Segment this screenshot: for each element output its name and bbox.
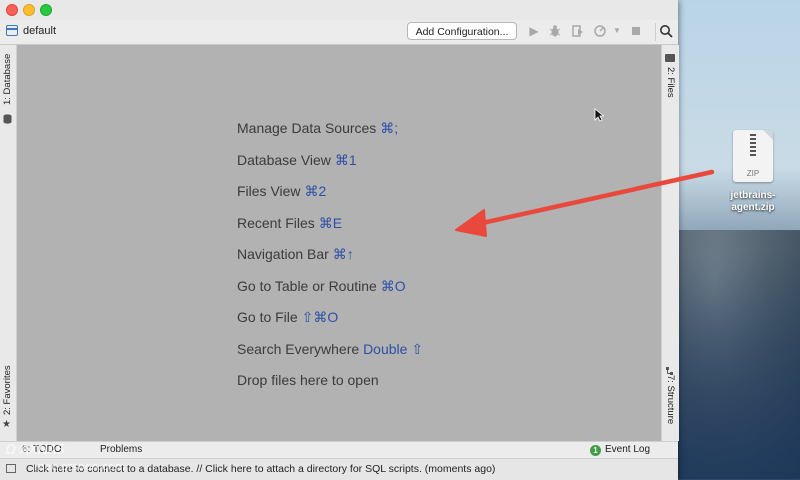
tab-event-log[interactable]: Event Log bbox=[605, 444, 650, 455]
zoom-window-button[interactable] bbox=[40, 4, 52, 16]
main-toolbar: default Add Configuration... ▶ ▼ bbox=[0, 20, 678, 45]
minimize-window-button[interactable] bbox=[23, 4, 35, 16]
shortcut-key: Double ⇧ bbox=[363, 340, 424, 357]
project-name[interactable]: default bbox=[23, 25, 56, 37]
zip-file-name-line1: jetbrains- bbox=[730, 190, 776, 201]
status-toggle-icon[interactable] bbox=[6, 464, 16, 473]
mouse-cursor-icon bbox=[594, 108, 605, 127]
hint-files-view: Files View ⌘2 bbox=[237, 183, 327, 199]
editor-hints: Manage Data Sources ⌘; Database View ⌘1 … bbox=[237, 119, 423, 403]
status-message[interactable]: Click here to connect to a database. // … bbox=[26, 463, 495, 475]
run-icon[interactable]: ▶ bbox=[527, 24, 541, 38]
shortcut-key: ⌘O bbox=[380, 277, 406, 294]
tab-files[interactable]: 2: Files bbox=[665, 67, 676, 98]
ide-window: default Add Configuration... ▶ ▼ 1: Data… bbox=[0, 0, 679, 480]
tool-window-bar: 6: TODO Problems 1 Event Log bbox=[0, 441, 678, 459]
hint-database-view: Database View ⌘1 bbox=[237, 151, 357, 168]
hint-go-to-file: Go to File ⇧⌘O bbox=[237, 309, 339, 325]
tab-problems[interactable]: Problems bbox=[100, 444, 142, 455]
star-icon: ★ bbox=[2, 419, 11, 430]
toolbar-divider bbox=[655, 23, 656, 41]
chevron-down-icon[interactable]: ▼ bbox=[610, 24, 624, 38]
zip-file-name-line2: agent.zip bbox=[731, 202, 775, 213]
right-tool-stripe: 2: Files 7: Structure bbox=[661, 45, 679, 441]
zip-type-label: ZIP bbox=[746, 169, 760, 178]
hint-manage-data-sources: Manage Data Sources ⌘; bbox=[237, 120, 399, 136]
add-configuration-button[interactable]: Add Configuration... bbox=[407, 22, 517, 40]
shortcut-key: ⌘; bbox=[380, 120, 399, 136]
folder-icon bbox=[665, 54, 675, 62]
desktop-sea bbox=[678, 250, 800, 479]
shortcut-key: ⌘1 bbox=[334, 151, 357, 168]
hint-recent-files: Recent Files ⌘E bbox=[237, 214, 343, 231]
zip-file-name: jetbrains- agent.zip bbox=[716, 190, 790, 214]
shortcut-key: ⌘↑ bbox=[332, 246, 354, 262]
shortcut-key: ⇧⌘O bbox=[301, 309, 339, 325]
project-icon bbox=[6, 25, 18, 36]
debug-icon[interactable] bbox=[548, 24, 562, 38]
database-icon bbox=[3, 111, 12, 124]
status-bar: Click here to connect to a database. // … bbox=[0, 458, 678, 480]
tab-structure[interactable]: 7: Structure bbox=[665, 375, 676, 424]
hint-navigation-bar: Navigation Bar ⌘↑ bbox=[237, 246, 354, 262]
close-window-button[interactable] bbox=[6, 4, 18, 16]
hint-go-to-table: Go to Table or Routine ⌘O bbox=[237, 277, 406, 294]
title-bar bbox=[0, 0, 678, 20]
event-log-badge: 1 bbox=[590, 445, 601, 456]
left-tool-stripe: 1: Database 2: Favorites ★ bbox=[0, 45, 17, 441]
tab-todo[interactable]: 6: TODO bbox=[22, 444, 62, 455]
zip-file-icon: ZIP bbox=[733, 130, 773, 182]
shortcut-key: ⌘E bbox=[318, 214, 343, 231]
run-with-coverage-icon[interactable] bbox=[571, 24, 585, 38]
tab-favorites[interactable]: 2: Favorites bbox=[2, 365, 13, 415]
search-icon[interactable] bbox=[659, 24, 673, 38]
editor-empty-area[interactable]: Manage Data Sources ⌘; Database View ⌘1 … bbox=[17, 45, 661, 441]
tab-database[interactable]: 1: Database bbox=[2, 54, 13, 105]
stop-icon[interactable] bbox=[629, 24, 643, 38]
hint-search-everywhere: Search Everywhere Double ⇧ bbox=[237, 340, 424, 357]
hint-drop-files: Drop files here to open bbox=[237, 372, 379, 388]
zipper-icon bbox=[750, 134, 756, 158]
structure-icon bbox=[665, 363, 675, 375]
profile-icon[interactable] bbox=[593, 24, 607, 38]
desktop-zip-file[interactable]: ZIP jetbrains- agent.zip bbox=[716, 130, 790, 214]
shortcut-key: ⌘2 bbox=[304, 183, 327, 199]
